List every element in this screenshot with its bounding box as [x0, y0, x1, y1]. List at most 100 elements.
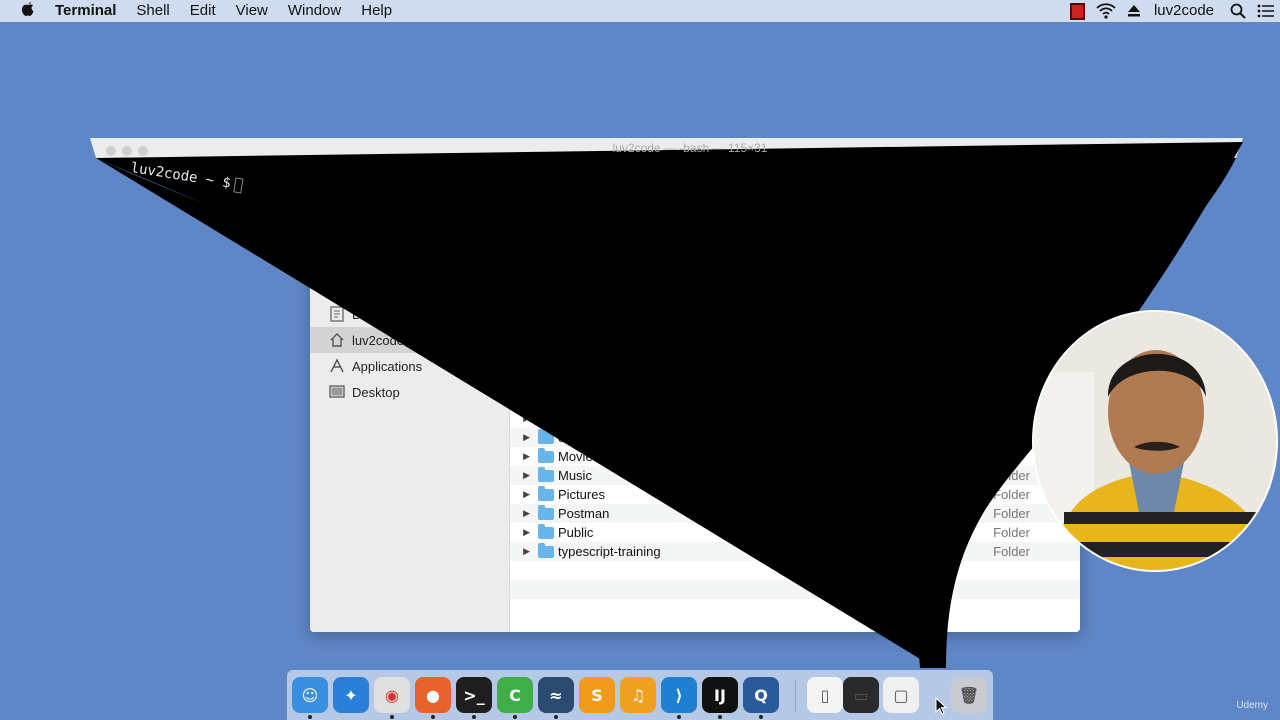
file-row[interactable]: ▶ typescript-training Folder — [510, 542, 1080, 561]
menu-window[interactable]: Window — [278, 0, 351, 22]
running-indicator — [554, 715, 558, 719]
vscode-icon[interactable]: ⟩ — [661, 677, 697, 713]
prompt-text: luv2code ~ $ — [129, 160, 232, 192]
mysql-workbench-icon[interactable]: ≈ — [538, 677, 574, 713]
file-row[interactable]: ▶ ecommerce-project — [510, 428, 1080, 447]
zoom-button-icon[interactable] — [138, 146, 148, 156]
dock: ☺ ✦ ◉ ● >_ C ≈ S ♫ ⟩ IJ Q ▯ ▭ ▢ 🗑 — [287, 670, 993, 720]
menu-edit[interactable]: Edit — [180, 0, 226, 22]
menu-view[interactable]: View — [226, 0, 278, 22]
running-indicator — [431, 715, 435, 719]
finder-window: Documents luv2code Applications Desktop … — [310, 255, 1080, 632]
sidebar-item-downloads[interactable] — [310, 275, 510, 301]
eject-icon[interactable] — [1120, 0, 1148, 22]
file-row[interactable]: ▶ Music Folder — [510, 466, 1080, 485]
home-icon — [328, 331, 346, 349]
disclosure-triangle-icon[interactable]: ▶ — [512, 375, 536, 386]
presenter-webcam — [1032, 310, 1278, 572]
minimized-window-icon[interactable]: ▢ — [883, 677, 919, 713]
apple-menu-icon[interactable] — [0, 1, 55, 22]
finder-sidebar: Documents luv2code Applications Desktop — [310, 255, 510, 632]
running-indicator — [677, 715, 681, 719]
disclosure-triangle-icon[interactable]: ▶ — [512, 394, 536, 405]
file-name: Pictures — [558, 487, 605, 502]
folder-icon — [538, 447, 554, 463]
file-kind: Folder — [993, 468, 1030, 483]
terminal-icon[interactable]: >_ — [456, 677, 492, 713]
disclosure-triangle-icon[interactable]: ▶ — [512, 508, 536, 519]
disclosure-triangle-icon[interactable]: ▶ — [512, 413, 536, 424]
downloads-icon — [328, 279, 346, 297]
file-row[interactable]: ▶ Downloads — [510, 390, 1080, 409]
file-kind: Folder — [993, 544, 1030, 559]
udemy-watermark: Udemy — [1236, 700, 1268, 711]
terminal-prompt[interactable]: luv2code ~ $ — [129, 160, 244, 194]
disclosure-triangle-icon[interactable]: ▶ — [512, 432, 536, 443]
sidebar-item-luv2code[interactable]: luv2code — [310, 327, 510, 353]
folder-icon — [538, 428, 554, 444]
menu-app-name[interactable]: Terminal — [55, 0, 126, 22]
file-row[interactable]: ▶ — [510, 371, 1080, 390]
documents-icon — [328, 305, 346, 323]
dock-separator — [795, 680, 796, 712]
wifi-icon[interactable] — [1092, 0, 1120, 22]
file-kind: Folder — [993, 487, 1030, 502]
running-indicator — [308, 715, 312, 719]
minimize-button-icon[interactable] — [122, 146, 132, 156]
folder-icon — [538, 542, 554, 558]
desktop-icon — [328, 383, 346, 401]
running-indicator — [718, 715, 722, 719]
notification-center-icon[interactable] — [1252, 0, 1280, 22]
applications-icon — [328, 357, 346, 375]
sidebar-item-documents[interactable]: Documents — [310, 301, 510, 327]
running-indicator — [513, 715, 517, 719]
file-name: Downloads — [558, 392, 623, 407]
file-kind: Folder — [993, 525, 1030, 540]
safari-icon[interactable]: ✦ — [333, 677, 369, 713]
chrome-icon[interactable]: ◉ — [374, 677, 410, 713]
finder-file-list: ▶ ▶ Downloads ▶ ecommerce-p ▶ ecommerce-… — [510, 255, 1080, 632]
file-row[interactable]: ▶ Public Folder — [510, 523, 1080, 542]
close-button-icon[interactable] — [106, 146, 116, 156]
spotlight-search-icon[interactable] — [1224, 0, 1252, 22]
empty-row — [510, 561, 1080, 580]
file-row[interactable]: ▶ ecommerce-p — [510, 409, 1080, 428]
mouse-pointer-icon — [935, 697, 947, 715]
menu-help[interactable]: Help — [351, 0, 402, 22]
trash-icon[interactable]: 🗑 — [951, 677, 987, 713]
intellij-icon[interactable]: IJ — [702, 677, 738, 713]
audacity-icon[interactable]: ♫ — [620, 677, 656, 713]
minimized-terminal-icon[interactable]: ▭ — [843, 677, 879, 713]
file-name: typescript-training — [558, 544, 661, 559]
file-name: ecommerce-p — [558, 411, 638, 426]
firefox-icon[interactable]: ● — [415, 677, 451, 713]
finder-icon[interactable]: ☺ — [292, 677, 328, 713]
sidebar-item-label: Applications — [352, 358, 423, 374]
disclosure-triangle-icon[interactable]: ▶ — [512, 451, 536, 462]
sidebar-item-label: Documents — [352, 306, 418, 322]
user-name-menu[interactable]: luv2code — [1148, 0, 1224, 22]
sidebar-item-applications[interactable]: Applications — [310, 353, 510, 379]
document-stack-icon[interactable]: ▯ — [807, 677, 843, 713]
file-kind: Folder — [993, 506, 1030, 521]
quicktime-icon[interactable]: Q — [743, 677, 779, 713]
disclosure-triangle-icon[interactable]: ▶ — [512, 489, 536, 500]
file-row[interactable]: ▶ Movies — [510, 447, 1080, 466]
file-name: ecommerce-project — [558, 430, 670, 445]
sublime-text-icon[interactable]: S — [579, 677, 615, 713]
terminal-title: luv2code — -bash — 115×31 — [612, 141, 768, 155]
disclosure-triangle-icon[interactable]: ▶ — [512, 470, 536, 481]
sidebar-item-desktop[interactable]: Desktop — [310, 379, 510, 405]
menu-shell[interactable]: Shell — [126, 0, 179, 22]
folder-icon — [538, 504, 554, 520]
disclosure-triangle-icon[interactable]: ▶ — [512, 527, 536, 538]
camtasia-icon[interactable]: C — [497, 677, 533, 713]
recording-indicator-icon[interactable] — [1064, 0, 1092, 22]
disclosure-triangle-icon[interactable]: ▶ — [512, 546, 536, 557]
folder-icon — [538, 466, 554, 482]
file-row[interactable]: ▶ Pictures Folder — [510, 485, 1080, 504]
menu-bar: Terminal Shell Edit View Window Help luv… — [0, 0, 1280, 22]
file-row[interactable]: ▶ Postman Folder — [510, 504, 1080, 523]
sidebar-item-label: luv2code — [352, 332, 405, 348]
folder-icon — [538, 371, 554, 387]
